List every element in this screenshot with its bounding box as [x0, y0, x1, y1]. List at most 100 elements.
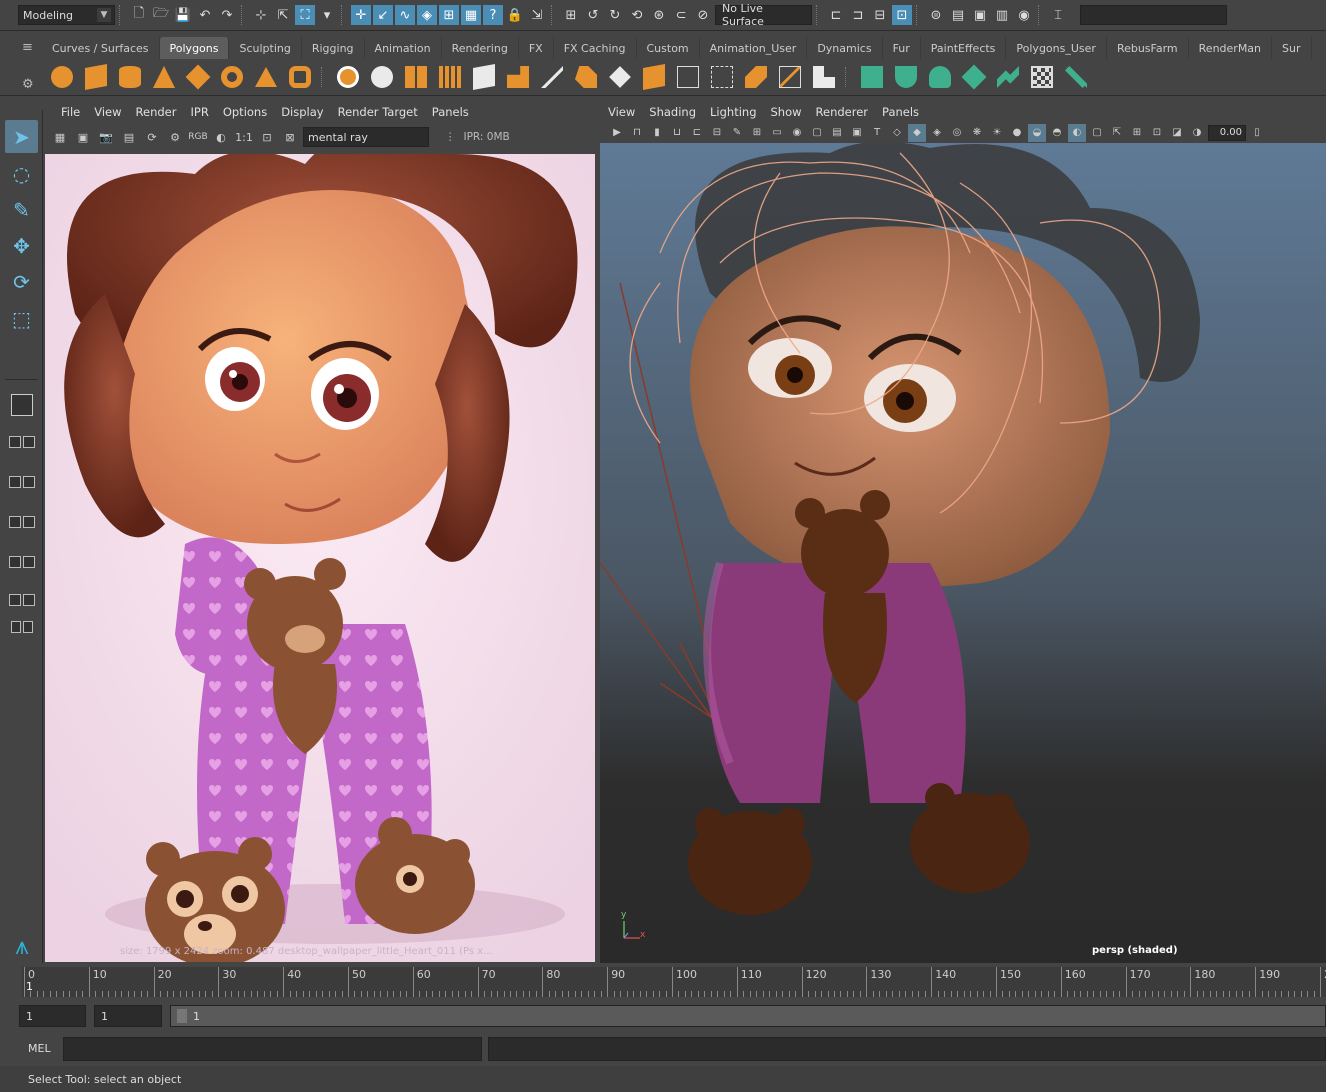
textured-icon[interactable]: ◎ — [948, 124, 966, 142]
menu-set-selector[interactable]: Modeling ▼ — [18, 5, 115, 25]
camera-attributes-icon[interactable]: ⊔ — [668, 124, 686, 142]
smooth-shade-icon[interactable]: ◆ — [908, 123, 926, 142]
shelf-tab-curves-surfaces[interactable]: Curves / Surfaces — [42, 37, 160, 59]
select-component-icon[interactable]: ⛶ — [295, 5, 315, 25]
mask-dynamics-icon[interactable]: ▦ — [461, 5, 481, 25]
safe-action-icon[interactable]: ▣ — [848, 124, 866, 142]
four-view-layout-icon[interactable] — [5, 430, 38, 454]
render-view-layout-icon[interactable] — [5, 588, 38, 612]
uv-layout-icon[interactable] — [1027, 62, 1057, 92]
shelf-tab-fx[interactable]: FX — [519, 37, 554, 59]
real-size-button[interactable]: 1:1 — [234, 128, 254, 146]
render-view-menu-file[interactable]: File — [54, 105, 87, 119]
select-hierarchy-icon[interactable]: ⊹ — [251, 5, 271, 25]
redo-render-icon[interactable]: ▦ — [50, 128, 70, 146]
viewport-menu-show[interactable]: Show — [764, 105, 809, 119]
mirror-icon[interactable] — [503, 62, 533, 92]
time-slider[interactable]: 0 10 20 30 40 50 60 70 80 90 100 110 120 130 140 150 160… — [0, 963, 1326, 1001]
layout-options-icon[interactable] — [5, 615, 38, 639]
alpha-channel-icon[interactable]: ◐ — [211, 128, 231, 146]
two-d-pan-icon[interactable]: ⊟ — [708, 124, 726, 142]
live-surface-field[interactable]: No Live Surface — [715, 2, 812, 28]
redo-icon[interactable]: ↷ — [217, 5, 237, 25]
combine-icon[interactable] — [333, 62, 363, 92]
current-frame-marker[interactable]: 1 — [26, 980, 33, 993]
graph-editor-layout-icon[interactable] — [5, 510, 38, 534]
render-region-icon[interactable]: ▣ — [73, 128, 93, 146]
playback-start-field[interactable]: 1 — [94, 1005, 162, 1027]
shelf-tab-sculpting[interactable]: Sculpting — [229, 37, 302, 59]
motion-blur-icon[interactable]: ◒ — [1028, 123, 1046, 142]
shelf-tab-rebusfarm[interactable]: RebusFarm — [1107, 37, 1189, 59]
image-plane-icon[interactable]: ⊏ — [688, 124, 706, 142]
perspective-viewport[interactable]: y x persp (shaded) — [600, 143, 1326, 963]
viewport-menu-view[interactable]: View — [601, 105, 642, 119]
poly-sphere-icon[interactable] — [47, 62, 77, 92]
use-all-lights-icon[interactable]: ❋ — [968, 124, 986, 142]
new-scene-icon[interactable]: 🗋 — [129, 5, 149, 25]
grid-icon[interactable]: ⊞ — [748, 124, 766, 142]
range-handle[interactable] — [177, 1009, 187, 1023]
render-view-menu-options[interactable]: Options — [216, 105, 274, 119]
magnet-icon[interactable]: ⊂ — [671, 5, 691, 25]
single-perspective-layout-icon[interactable] — [5, 393, 38, 417]
render-globals-icon[interactable]: ▥ — [992, 5, 1012, 25]
hypershade-icon[interactable]: ◉ — [1014, 5, 1034, 25]
xray-active-icon[interactable]: ⊡ — [1148, 124, 1166, 142]
output-ops-icon[interactable]: ⊐ — [848, 5, 868, 25]
shelf-tab-dynamics[interactable]: Dynamics — [807, 37, 883, 59]
range-slider-bar[interactable]: 1 — [170, 1005, 1326, 1027]
uv-cylindrical-icon[interactable] — [891, 62, 921, 92]
shelf-settings-gear-icon[interactable]: ⚙ — [22, 77, 34, 92]
bevel-icon[interactable] — [605, 62, 635, 92]
uv-unfold-icon[interactable] — [993, 62, 1023, 92]
input-ops-icon[interactable]: ⊏ — [826, 5, 846, 25]
render-frame-icon[interactable]: ▤ — [948, 5, 968, 25]
gate-mask-icon[interactable]: ▢ — [808, 124, 826, 142]
mask-handles-icon[interactable]: ✛ — [351, 5, 371, 25]
paint-select-tool-icon[interactable]: ✎ — [5, 193, 38, 226]
history-on-icon[interactable]: ⊡ — [892, 5, 912, 25]
mask-rendering-icon[interactable]: ? — [483, 5, 503, 25]
select-object-icon[interactable]: ⇱ — [273, 5, 293, 25]
quick-select-field[interactable] — [1080, 5, 1227, 25]
bridge-icon[interactable] — [571, 62, 601, 92]
append-icon[interactable] — [639, 62, 669, 92]
render-settings-icon[interactable]: ⚙ — [165, 128, 185, 146]
extract-faces-icon[interactable] — [809, 62, 839, 92]
snapshot-icon[interactable]: 📷 — [96, 128, 116, 146]
shelf-tab-rigging[interactable]: Rigging — [302, 37, 365, 59]
shelf-tab-custom[interactable]: Custom — [637, 37, 700, 59]
rgb-channel-button[interactable]: RGB — [188, 128, 208, 146]
viewport-menu-panels[interactable]: Panels — [875, 105, 926, 119]
smooth-icon[interactable] — [435, 62, 465, 92]
panel-layout-icon[interactable]: ▯ — [1248, 124, 1266, 142]
snap-point-icon[interactable]: ↻ — [605, 5, 625, 25]
extrude-icon[interactable] — [537, 62, 567, 92]
lasso-tool-icon[interactable]: ◌ — [5, 157, 38, 190]
xray-joints-icon[interactable]: ⊞ — [1128, 124, 1146, 142]
snap-view-plane-icon[interactable]: ⟲ — [627, 5, 647, 25]
mask-joints-icon[interactable]: ↙ — [373, 5, 393, 25]
screen-space-ao-icon[interactable]: ● — [1008, 124, 1026, 142]
move-tool-icon[interactable]: ✥ — [5, 229, 38, 262]
poly-plane-icon[interactable] — [183, 62, 213, 92]
snap-live-icon[interactable]: ⊛ — [649, 5, 669, 25]
shelf-tab-polygons[interactable]: Polygons — [159, 37, 230, 59]
render-view-menu-render-target[interactable]: Render Target — [331, 105, 425, 119]
poly-cube-icon[interactable] — [81, 62, 111, 92]
viewport-menu-renderer[interactable]: Renderer — [809, 105, 876, 119]
time-slider-track[interactable]: 0 10 20 30 40 50 60 70 80 90 100 110 120 130 140 150 160… — [22, 967, 1326, 997]
extract-icon[interactable] — [401, 62, 431, 92]
anti-aliasing-icon[interactable]: ◓ — [1048, 124, 1066, 142]
backface-culling-icon[interactable]: ◪ — [1168, 124, 1186, 142]
wireframe-on-shaded-icon[interactable]: ◈ — [928, 124, 946, 142]
render-image[interactable]: size: 1799 x 2424 zoom: 0.487 desktop_wa… — [45, 154, 595, 962]
select-mask-icon[interactable]: ▾ — [317, 5, 337, 25]
shelf-tab-polygons-user[interactable]: Polygons_User — [1006, 37, 1107, 59]
shelf-tab-painteffects[interactable]: PaintEffects — [921, 37, 1007, 59]
construction-history-icon[interactable]: ⊟ — [870, 5, 890, 25]
isolate-select-icon[interactable]: ▢ — [1088, 124, 1106, 142]
poly-pipe-icon[interactable] — [285, 62, 315, 92]
open-scene-icon[interactable]: 🗁 — [151, 5, 171, 25]
